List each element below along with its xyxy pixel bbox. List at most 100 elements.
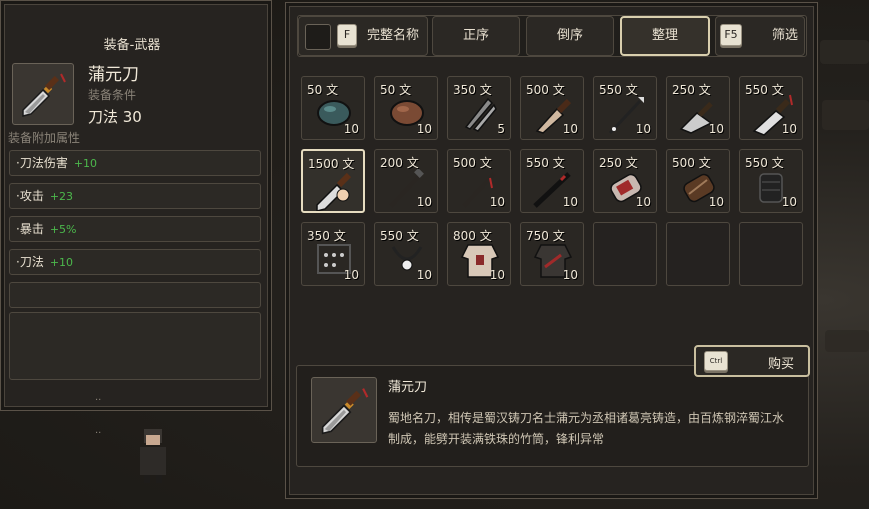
buy-label: 购买 (767, 357, 794, 372)
full-name-checkbox[interactable] (305, 24, 331, 50)
item-quantity: 10 (635, 195, 651, 209)
item-price: 550 文 (745, 156, 784, 170)
detail-item-name: 蒲元刀 (388, 380, 428, 395)
item-quantity: 10 (562, 268, 578, 282)
item-price: 800 文 (453, 229, 492, 243)
item-price: 750 文 (526, 229, 565, 243)
item-quantity: 10 (781, 122, 797, 136)
puyuan-blade-icon (321, 388, 369, 435)
bonus-name: ·暴击 (16, 222, 44, 236)
item-price: 50 文 (307, 83, 339, 97)
item-price: 500 文 (672, 156, 711, 170)
sort-asc-button[interactable]: 正序 (432, 16, 520, 56)
panel-title: 装备-武器 (103, 38, 161, 53)
detail-item-description: 蜀地名刀，相传是蜀汉铸刀名士蒲元为丞相诸葛亮铸造，由百炼钢淬蜀江水制成，能劈开装… (388, 411, 785, 446)
item-quantity: 10 (708, 195, 724, 209)
bonus-row: ·刀法 +10 (9, 249, 261, 275)
shop-item-slot-empty[interactable] (739, 222, 803, 286)
character-sprite (140, 429, 166, 483)
shop-item-slot[interactable]: 350 文 10 (301, 222, 365, 286)
full-name-label: 完整名称 (367, 28, 420, 43)
bonus-row: ·刀法伤害 +10 (9, 150, 261, 176)
item-quantity: 10 (489, 195, 505, 209)
equipped-item-name: 蒲元刀 (88, 65, 139, 85)
shop-item-slot[interactable]: 500 文 10 (447, 149, 511, 213)
item-quantity: 10 (343, 122, 359, 136)
bonus-value: +5% (49, 223, 77, 236)
bonus-attributes-label: 装备附加属性 (8, 131, 81, 145)
bonus-name: ·刀法伤害 (16, 156, 68, 170)
shop-item-slot[interactable]: 550 文 10 (739, 76, 803, 140)
shop-item-slot[interactable]: 50 文 10 (301, 76, 365, 140)
sort-desc-button[interactable]: 倒序 (526, 16, 614, 56)
background-decor (822, 100, 869, 130)
bonus-value: +23 (49, 190, 74, 203)
key-hint-f5: F5 (720, 24, 742, 46)
background-decor (825, 330, 869, 352)
item-price: 50 文 (380, 83, 412, 97)
item-quantity: 10 (635, 122, 651, 136)
item-quantity: 10 (781, 195, 797, 209)
shop-item-slot[interactable]: 250 文 10 (593, 149, 657, 213)
shop-item-slot-empty[interactable] (666, 222, 730, 286)
key-hint-f: F (337, 24, 357, 46)
shop-item-slot[interactable]: 550 文 10 (739, 149, 803, 213)
shop-item-slot-empty[interactable] (593, 222, 657, 286)
bonus-row: ·暴击 +5% (9, 216, 261, 242)
puyuan-blade-icon (22, 73, 66, 117)
item-price: 250 文 (672, 83, 711, 97)
item-price: 200 文 (380, 156, 419, 170)
shop-item-slot[interactable]: 750 文 10 (520, 222, 584, 286)
bonus-name: ·攻击 (16, 189, 44, 203)
bonus-name: ·刀法 (16, 255, 44, 269)
item-price: 250 文 (599, 156, 638, 170)
item-price: 350 文 (453, 83, 492, 97)
requirement-label: 装备条件 (88, 88, 137, 102)
requirement-value: 刀法 30 (88, 108, 142, 126)
item-quantity: 10 (489, 268, 505, 282)
bonus-value: +10 (73, 157, 98, 170)
shop-item-slot[interactable]: 250 文 10 (666, 76, 730, 140)
item-price: 550 文 (745, 83, 784, 97)
item-quantity: 10 (416, 268, 432, 282)
bonus-row: ·攻击 +23 (9, 183, 261, 209)
item-price: 350 文 (307, 229, 346, 243)
shop-item-slot[interactable]: 550 文 10 (593, 76, 657, 140)
shop-item-slot[interactable]: 350 文 5 (447, 76, 511, 140)
shop-item-slot[interactable]: 500 文 10 (666, 149, 730, 213)
bonus-value: +10 (49, 256, 74, 269)
bonus-row-empty (9, 282, 261, 308)
item-price: 550 文 (380, 229, 419, 243)
bonus-extra-area (9, 312, 261, 380)
item-price: 550 文 (526, 156, 565, 170)
shop-item-slot[interactable]: 800 文 10 (447, 222, 511, 286)
item-quantity: 10 (416, 122, 432, 136)
item-quantity: 10 (562, 195, 578, 209)
organize-button[interactable]: 整理 (620, 16, 710, 56)
scroll-dots: .. (95, 392, 102, 403)
shop-item-slot[interactable]: 1500 文 (301, 149, 365, 213)
shop-item-slot[interactable]: 550 文 10 (520, 149, 584, 213)
item-quantity: 10 (416, 195, 432, 209)
shop-item-slot[interactable]: 200 文 10 (374, 149, 438, 213)
background-decor (820, 40, 869, 64)
filter-label: 筛选 (771, 28, 798, 43)
shop-item-slot[interactable]: 550 文 10 (374, 222, 438, 286)
shop-item-slot[interactable]: 50 文 10 (374, 76, 438, 140)
filter-button[interactable]: F5 筛选 (715, 16, 805, 56)
item-quantity: 10 (562, 122, 578, 136)
item-price: 500 文 (526, 83, 565, 97)
buy-button[interactable]: Ctrl 购买 (694, 345, 810, 377)
item-price: 550 文 (599, 83, 638, 97)
item-price: 1500 文 (308, 157, 355, 171)
shop-item-slot[interactable]: 500 文 10 (520, 76, 584, 140)
item-quantity: 5 (497, 122, 505, 136)
item-quantity: 10 (343, 268, 359, 282)
full-name-toggle[interactable]: F 完整名称 (298, 16, 428, 56)
key-hint-ctrl: Ctrl (704, 351, 728, 371)
equipped-item-thumbnail (12, 63, 74, 125)
scroll-dots: .. (95, 425, 102, 436)
item-quantity: 10 (708, 122, 724, 136)
item-price: 500 文 (453, 156, 492, 170)
detail-item-thumbnail (311, 377, 377, 443)
